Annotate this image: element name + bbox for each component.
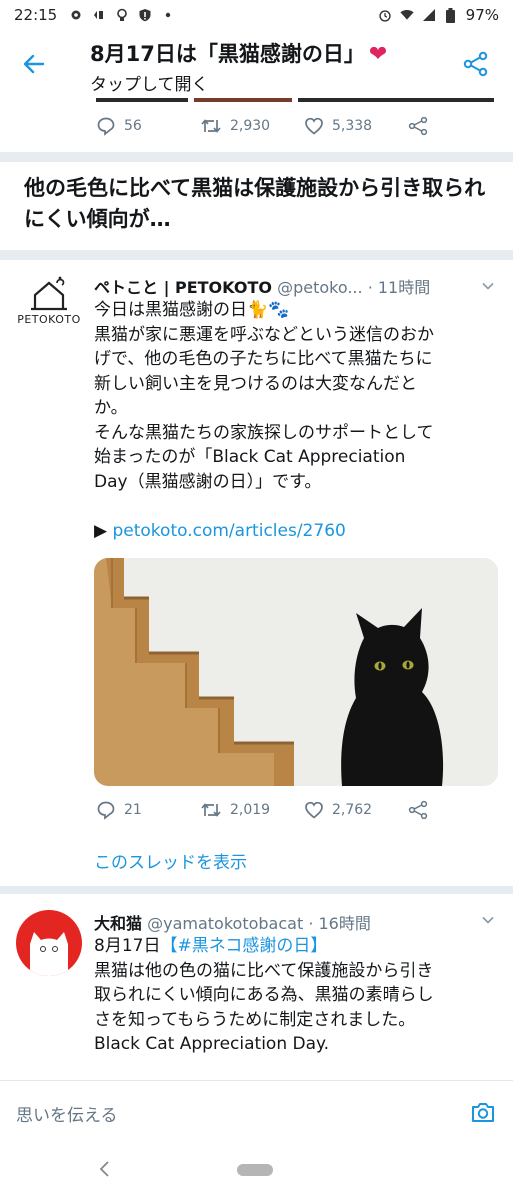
tweet-line: さを知ってもらうために制定されました。 bbox=[94, 1009, 416, 1030]
battery-icon bbox=[444, 7, 458, 23]
avatar[interactable] bbox=[16, 910, 82, 976]
back-button[interactable] bbox=[18, 48, 50, 80]
vibrate-icon bbox=[92, 8, 106, 22]
avatar-label: PETOKOTO bbox=[17, 313, 81, 326]
tweet-line: 8月17日【#黒ネコ感謝の日】 bbox=[94, 934, 494, 959]
reply-button[interactable]: 56 bbox=[96, 116, 142, 136]
like-icon bbox=[305, 801, 323, 819]
share-icon bbox=[463, 51, 488, 77]
tweet-time: · 11時間 bbox=[367, 278, 431, 297]
media-edge-1 bbox=[96, 98, 188, 102]
retweet-count: 2,930 bbox=[230, 118, 271, 134]
retweet-icon bbox=[201, 119, 221, 133]
moment-header[interactable]: 8月17日は「黒猫感謝の日」 ❤ タップして開く bbox=[0, 30, 513, 98]
bulb-icon bbox=[115, 8, 129, 22]
chevron-down-icon[interactable] bbox=[480, 278, 496, 294]
signal-icon bbox=[422, 8, 436, 22]
share-tweet-button[interactable] bbox=[408, 800, 428, 820]
shield-icon bbox=[138, 8, 152, 22]
tweet-line: 始まったのが「Black Cat Appreciation bbox=[94, 447, 406, 467]
author-handle: @petoko... bbox=[277, 278, 363, 297]
tweet-line: そんな黒猫たちの家族探しのサポートとして bbox=[94, 422, 434, 443]
nav-home-pill[interactable] bbox=[237, 1164, 273, 1176]
tweet-actions: 21 2,019 2,762 bbox=[0, 800, 513, 822]
reply-count: 21 bbox=[124, 802, 142, 818]
alarm-icon bbox=[378, 8, 392, 22]
tweet-date: 8月17日 bbox=[94, 936, 161, 956]
tweet-time: · 16時間 bbox=[308, 914, 371, 933]
tweet-line: Day（黒猫感謝の日）」です。 bbox=[94, 471, 322, 492]
reply-icon bbox=[97, 117, 115, 136]
retweet-count: 2,019 bbox=[230, 802, 271, 818]
camera-icon bbox=[472, 1103, 494, 1122]
reply-composer[interactable]: 思いを伝える bbox=[0, 1080, 513, 1142]
section-divider bbox=[0, 886, 513, 894]
play-icon: ▶ bbox=[94, 520, 113, 541]
status-bar: 22:15 97% bbox=[0, 0, 513, 30]
share-icon bbox=[408, 116, 428, 136]
article-link[interactable]: petokoto.com/articles/2760 bbox=[112, 521, 345, 541]
author-handle: @yamatokotobacat bbox=[147, 914, 304, 933]
section-divider bbox=[0, 250, 513, 260]
petokoto-logo-icon bbox=[31, 276, 67, 311]
retweet-button[interactable]: 2,019 bbox=[200, 800, 270, 820]
share-tweet-button[interactable] bbox=[408, 116, 428, 136]
reply-button[interactable]: 21 bbox=[96, 800, 142, 820]
author-name[interactable]: ペトこと | PETOKOTO bbox=[94, 278, 272, 297]
tweet-photo[interactable] bbox=[94, 558, 498, 786]
like-count: 5,338 bbox=[332, 118, 373, 134]
back-arrow-icon bbox=[23, 54, 45, 74]
dot-icon bbox=[161, 8, 175, 22]
top-tweet-actions: 56 2,930 5,338 bbox=[0, 116, 513, 138]
author-name[interactable]: 大和猫 bbox=[94, 914, 142, 933]
heart-emoji: ❤ bbox=[368, 42, 388, 67]
tweet-line: 今日は黒猫感謝の日🐈🐾 bbox=[94, 300, 290, 320]
battery-percent: 97% bbox=[465, 6, 499, 24]
moment-title-text: 8月17日は「黒猫感謝の日」 bbox=[90, 42, 365, 66]
previous-media-edge bbox=[0, 98, 513, 104]
reply-icon bbox=[97, 801, 115, 820]
tweet-line: 新しい飼い主を見つけるのは大変なんだと bbox=[94, 373, 417, 394]
chevron-down-icon[interactable] bbox=[480, 912, 496, 928]
moment-title: 8月17日は「黒猫感謝の日」 ❤ bbox=[90, 38, 387, 68]
tweet-line: 黒猫は他の色の猫に比べて保護施設から引き bbox=[94, 960, 434, 981]
share-icon bbox=[408, 800, 428, 820]
hashtag-link[interactable]: 【#黒ネコ感謝の日】 bbox=[160, 936, 327, 956]
nav-back-icon[interactable] bbox=[94, 1158, 116, 1180]
reply-input[interactable]: 思いを伝える bbox=[16, 1101, 118, 1126]
tweet-line: げで、他の毛色の子たちに比べて黒猫たちに bbox=[94, 349, 433, 369]
settings-icon bbox=[69, 8, 83, 22]
tweet-text: 今日は黒猫感謝の日🐈🐾 黒猫が家に悪運を呼ぶなどという迷信のおか げで、他の毛色… bbox=[94, 298, 494, 543]
retweet-icon bbox=[201, 803, 221, 817]
reply-count: 56 bbox=[124, 118, 142, 134]
system-nav-bar bbox=[0, 1142, 513, 1200]
media-edge-2 bbox=[194, 98, 292, 102]
share-button[interactable] bbox=[460, 48, 492, 80]
tweet-line: 黒猫が家に悪運を呼ぶなどという迷信のおか bbox=[94, 324, 434, 345]
moment-subtitle[interactable]: タップして開く bbox=[90, 70, 209, 95]
moment-section-headline: 他の毛色に比べて黒猫は保護施設から引き取られにくい傾向が… bbox=[24, 176, 486, 231]
tweet-line: Black Cat Appreciation Day. bbox=[94, 1034, 330, 1054]
tweet-header[interactable]: 大和猫 @yamatokotobacat · 16時間 bbox=[94, 910, 371, 934]
tweet-header[interactable]: ペトこと | PETOKOTO @petoko... · 11時間 bbox=[94, 274, 430, 298]
status-time: 22:15 bbox=[14, 6, 58, 24]
tweet-line: 取られにくい傾向にある為、黒猫の素晴らし bbox=[94, 985, 434, 1005]
tweet-link-line: ▶ petokoto.com/articles/2760 bbox=[94, 519, 494, 544]
avatar[interactable]: PETOKOTO bbox=[16, 275, 82, 341]
like-icon bbox=[305, 117, 323, 135]
wifi-icon bbox=[400, 8, 414, 22]
like-button[interactable]: 5,338 bbox=[304, 116, 372, 136]
retweet-button[interactable]: 2,930 bbox=[200, 116, 270, 136]
tweet-text: 8月17日【#黒ネコ感謝の日】 黒猫は他の色の猫に比べて保護施設から引き 取られ… bbox=[94, 934, 494, 1057]
media-edge-3 bbox=[298, 98, 494, 102]
like-button[interactable]: 2,762 bbox=[304, 800, 372, 820]
black-cat-photo bbox=[94, 558, 498, 786]
tweet-line: か。 bbox=[94, 398, 128, 418]
camera-button[interactable] bbox=[468, 1097, 498, 1127]
white-cat-avatar-icon bbox=[30, 932, 68, 976]
section-divider bbox=[0, 152, 513, 162]
show-thread-link[interactable]: このスレッドを表示 bbox=[94, 848, 247, 873]
like-count: 2,762 bbox=[332, 802, 373, 818]
